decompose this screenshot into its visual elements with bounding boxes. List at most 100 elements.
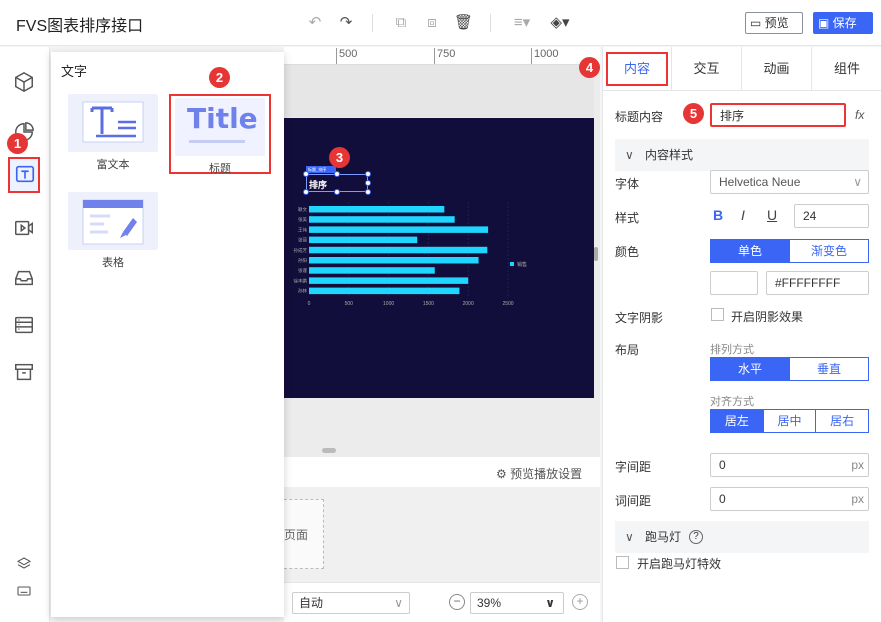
tab-animation[interactable]: 动画 (742, 47, 812, 91)
step-badge-2: 2 (209, 67, 230, 88)
bar (309, 277, 469, 284)
letter-spacing-input[interactable]: 0 px (710, 453, 869, 477)
fx-button[interactable]: fx (855, 108, 864, 122)
arrange-vertical-option[interactable]: 垂直 (789, 358, 868, 380)
marquee-section[interactable]: ∨ 跑马灯 ? (615, 521, 869, 553)
paste-icon[interactable]: ⧈ (423, 14, 441, 32)
shadow-checkbox[interactable] (711, 308, 724, 321)
word-spacing-input[interactable]: 0 px (710, 487, 869, 511)
resize-handle[interactable] (334, 189, 340, 195)
marquee-checkbox[interactable] (616, 556, 629, 569)
preview-button[interactable]: ▭ 预览 (745, 12, 803, 34)
zoom-select[interactable]: 39% ∨ (470, 592, 564, 614)
page-strip: 页面 (284, 487, 600, 582)
page-thumbnail[interactable]: 页面 (284, 499, 324, 569)
tab-component[interactable]: 组件 (812, 47, 881, 91)
resize-handle[interactable] (365, 180, 371, 186)
layout-label: 布局 (615, 343, 640, 357)
category-label: 王伟 (298, 226, 307, 233)
tab-interaction[interactable]: 交互 (672, 47, 742, 91)
italic-button[interactable]: I (741, 207, 745, 223)
marquee-checkbox-label: 开启跑马灯特效 (637, 557, 722, 571)
color-single-option[interactable]: 单色 (711, 240, 789, 262)
category-label: 颖文 (298, 206, 307, 213)
content-style-section[interactable]: ∨ 内容样式 (615, 139, 869, 171)
properties-tabs: 内容 交互 动画 组件 (603, 47, 881, 91)
step-badge-5: 5 (683, 103, 704, 124)
bar (309, 246, 488, 254)
underline-button[interactable]: U (767, 207, 777, 223)
page-label: 页面 (284, 528, 309, 542)
zoom-in-icon[interactable]: + (572, 594, 588, 610)
arrange-label: 排列方式 (710, 344, 754, 356)
title-component[interactable]: Title 标题 (169, 94, 271, 175)
align-left-option[interactable]: 居左 (711, 410, 763, 432)
canvas-area[interactable]: 500 750 1000 颖文 张美 王伟 张丽 孙成芳 孙阳 张谨 徐丰鹏 孙林 0 500 10… (284, 47, 600, 622)
legend-label: 销售 (517, 261, 527, 268)
panel-title: 文字 (61, 64, 88, 79)
title-icon: Title (175, 98, 265, 156)
rail-keyboard-icon[interactable] (9, 579, 39, 601)
chevron-down-icon: ∨ (853, 175, 862, 189)
align-label: 对齐方式 (710, 396, 754, 408)
delete-icon[interactable]: 🗑 (454, 14, 473, 32)
x-tick-label: 1000 (383, 301, 394, 307)
component-rail (0, 47, 50, 622)
category-label: 孙成芳 (294, 247, 308, 254)
title-widget-text: 排序 (309, 180, 328, 190)
font-label: 字体 (615, 177, 640, 191)
monitor-icon: ▭ (750, 16, 765, 30)
title-content-input[interactable]: 排序 (710, 103, 846, 127)
px-unit: px (851, 492, 864, 506)
color-swatch[interactable] (710, 271, 758, 295)
resize-handle[interactable] (334, 171, 340, 177)
style-label: 样式 (615, 211, 640, 225)
copy-icon[interactable]: ⧉ (392, 14, 410, 32)
align-icon[interactable]: ≡▾ (510, 14, 534, 32)
resize-handle[interactable] (303, 189, 309, 195)
bar (309, 226, 489, 233)
rail-layers-icon[interactable] (9, 552, 39, 576)
app-title: FVS图表排序接口 (16, 18, 144, 35)
color-gradient-option[interactable]: 渐变色 (789, 240, 868, 262)
category-label: 徐丰鹏 (294, 277, 308, 284)
resize-handle[interactable] (303, 171, 309, 177)
ruler-tick: 750 (434, 48, 455, 64)
category-label: 张丽 (298, 237, 307, 244)
rail-cube-icon[interactable] (9, 67, 39, 97)
properties-panel: 内容 交互 动画 组件 标题内容 排序 fx ∨ 内容样式 字体 Helveti… (602, 47, 881, 622)
save-button[interactable]: ▣ 保存 (813, 12, 873, 34)
x-tick-label: 1500 (423, 301, 434, 307)
color-hex-input[interactable]: #FFFFFFFF (766, 271, 869, 295)
help-icon[interactable]: ? (689, 530, 703, 544)
preview-settings-link[interactable]: ⚙ 预览播放设置 (496, 465, 582, 482)
align-right-option[interactable]: 居右 (815, 410, 868, 432)
category-label: 张谨 (298, 267, 307, 274)
rail-list-icon[interactable] (9, 310, 39, 340)
top-ruler: 500 750 1000 (284, 47, 600, 65)
chevron-down-icon: ∨ (625, 530, 634, 544)
gear-icon: ⚙ (496, 467, 511, 481)
layer-stack-icon[interactable]: ◈▾ (548, 14, 572, 32)
table-component[interactable]: 表格 (63, 192, 163, 270)
redo-icon[interactable]: ↷ (337, 14, 355, 32)
zoom-out-icon[interactable]: − (449, 594, 465, 610)
text-shadow-label: 文字阴影 (615, 311, 664, 325)
category-label: 孙林 (298, 288, 307, 295)
resize-handle[interactable] (365, 171, 371, 177)
rail-video-icon[interactable] (9, 213, 39, 243)
vertical-scrollbar[interactable] (594, 247, 598, 261)
font-size-input[interactable]: 24 (794, 204, 869, 228)
font-select[interactable]: Helvetica Neue ∨ (710, 170, 869, 194)
rail-archive-icon[interactable] (9, 357, 39, 387)
rail-text-icon[interactable] (8, 157, 40, 193)
bold-button[interactable]: B (713, 207, 723, 223)
resize-handle[interactable] (365, 189, 371, 195)
fit-select[interactable]: 自动 ∨ (292, 592, 410, 614)
horizontal-scrollbar[interactable] (322, 448, 336, 453)
align-center-option[interactable]: 居中 (762, 410, 816, 432)
arrange-horizontal-option[interactable]: 水平 (711, 358, 789, 380)
rail-inbox-icon[interactable] (9, 263, 39, 293)
undo-icon[interactable]: ↶ (306, 14, 324, 32)
rich-text-component[interactable]: 富文本 (63, 94, 163, 172)
